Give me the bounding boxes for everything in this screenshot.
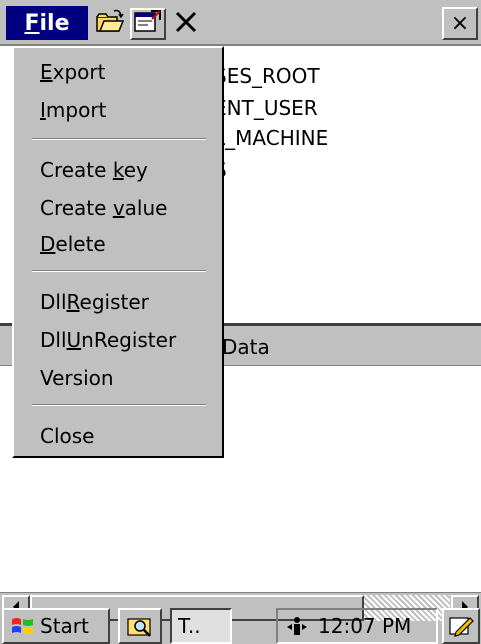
close-icon: ×: [450, 11, 470, 36]
column-header-data[interactable]: Data: [222, 335, 270, 359]
menu-item-create-value-mnemonic: v: [112, 196, 125, 220]
menu-item-delete-label: elete: [55, 232, 106, 256]
menu-item-delete[interactable]: Delete: [40, 232, 106, 256]
menu-item-export-label: xport: [52, 60, 106, 84]
close-window-button[interactable]: ×: [442, 7, 478, 40]
delete-button[interactable]: [168, 8, 204, 40]
file-dropdown-menu: Export Import Create key Create value De…: [12, 46, 224, 458]
menu-item-dllunregister[interactable]: DllUnRegister: [40, 328, 176, 352]
menu-item-delete-mnemonic: D: [40, 232, 56, 256]
tree-item-local-machine[interactable]: L_MACHINE: [214, 126, 328, 150]
menu-item-create-key[interactable]: Create key: [40, 158, 148, 182]
menu-item-create-key-label: ey: [123, 158, 148, 182]
menu-item-create-value-label: alue: [124, 196, 168, 220]
menu-item-dllregister[interactable]: DllRegister: [40, 290, 149, 314]
open-folder-icon: [95, 9, 125, 39]
menu-item-close[interactable]: Close: [40, 424, 94, 448]
tree-item-classes-root[interactable]: SES_ROOT: [214, 64, 320, 88]
menu-separator: [32, 404, 206, 406]
input-panel-button[interactable]: [442, 608, 480, 644]
explorer-task-button[interactable]: [118, 608, 162, 644]
properties-icon: [134, 10, 162, 38]
windows-flag-icon: [10, 614, 36, 638]
menu-item-dllunregister-label: nRegister: [81, 328, 177, 352]
start-button[interactable]: Start: [2, 608, 110, 644]
taskbar-inner: Start T.. 12:07 PM: [0, 608, 481, 644]
start-label: Start: [40, 614, 89, 638]
active-task-label: T..: [178, 614, 201, 638]
magnifier-folder-icon: [126, 614, 154, 638]
menu-item-create-value[interactable]: Create value: [40, 196, 167, 220]
menu-item-import[interactable]: Import: [40, 98, 106, 122]
registry-editor-screen: File × SES_ROOT ENT_USER L_MACHINE Data …: [0, 0, 481, 644]
menu-item-export[interactable]: Export: [40, 60, 105, 84]
menu-item-dllregister-prefix: Dll: [40, 290, 67, 314]
file-menu-button[interactable]: File: [6, 6, 88, 40]
menu-item-export-mnemonic: E: [40, 60, 53, 84]
menu-item-create-value-prefix: Create: [40, 196, 113, 220]
pencil-icon: [448, 614, 474, 638]
menu-item-dllregister-label: egister: [79, 290, 149, 314]
clock[interactable]: 12:07 PM: [318, 614, 411, 638]
network-sync-icon[interactable]: [286, 615, 308, 637]
menu-item-import-label: mport: [45, 98, 107, 122]
file-menu-mnemonic: F: [24, 10, 40, 36]
active-task-button[interactable]: T..: [170, 608, 232, 644]
open-button[interactable]: [92, 8, 128, 40]
taskbar: Start T.. 12:07 PM: [0, 608, 481, 644]
menu-item-dllunregister-prefix: Dll: [40, 328, 67, 352]
tree-item-current-user[interactable]: ENT_USER: [214, 96, 318, 120]
menu-separator: [32, 270, 206, 272]
menu-item-create-key-mnemonic: k: [112, 158, 124, 182]
delete-x-icon: [173, 9, 199, 39]
menu-item-version[interactable]: Version: [40, 366, 114, 390]
menu-item-dllregister-mnemonic: R: [66, 290, 80, 314]
menu-separator: [32, 138, 206, 140]
properties-button[interactable]: [130, 8, 166, 40]
menu-item-create-key-prefix: Create: [40, 158, 113, 182]
menu-toolbar-bar: File ×: [0, 0, 481, 46]
menu-item-dllunregister-mnemonic: U: [66, 328, 82, 352]
file-menu-label: ile: [39, 10, 70, 36]
system-tray: 12:07 PM: [276, 608, 438, 644]
